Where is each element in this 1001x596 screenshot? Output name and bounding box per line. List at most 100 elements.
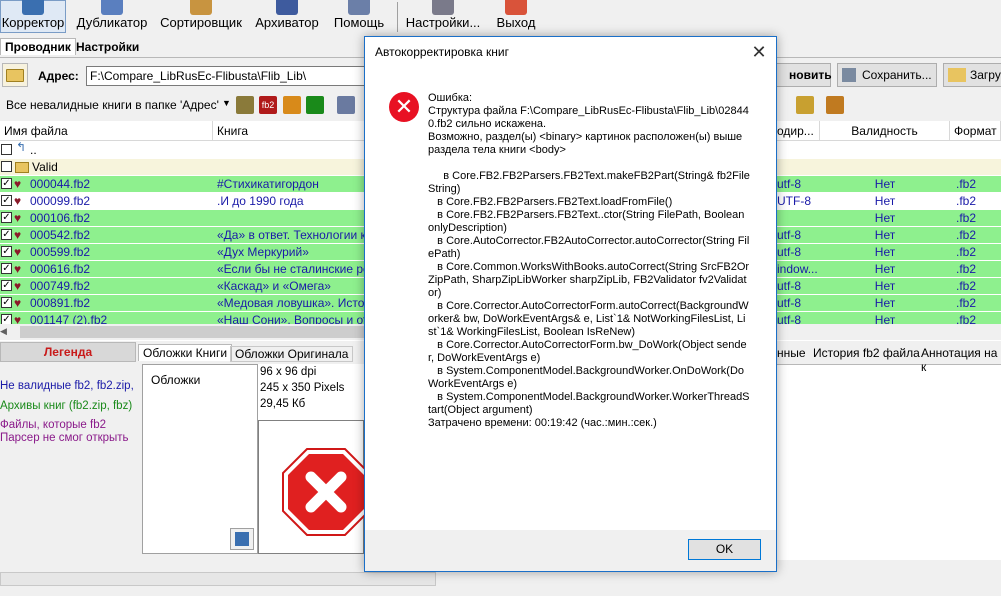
cover-dpi: 96 x 96 dpi: [260, 366, 317, 378]
header-filename[interactable]: Имя файла: [0, 121, 213, 141]
cover-list[interactable]: Обложки: [142, 364, 258, 554]
chevron-down-icon: ▼: [222, 98, 231, 108]
row-checkbox[interactable]: [1, 161, 12, 172]
cover-filesize: 29,45 Кб: [260, 398, 306, 410]
cell-book: «Дух Меркурий»: [217, 245, 309, 259]
save-button[interactable]: Сохранить...: [837, 63, 937, 87]
row-checkbox[interactable]: [1, 144, 12, 155]
cell-format: .fb2: [956, 177, 977, 191]
row-checkbox[interactable]: ✓: [1, 263, 12, 274]
legend-panel: Легенда Не валидные fb2, fb2.zip, Архивы…: [0, 342, 136, 560]
legend-parse-fail-1: Файлы, которые fb2: [0, 419, 107, 431]
book-heart-icon: ♥: [14, 262, 22, 276]
duplicator-button[interactable]: Дубликатор: [74, 0, 150, 33]
address-input[interactable]: [86, 66, 376, 86]
scroll-thumb[interactable]: [20, 326, 370, 338]
tab-book-covers[interactable]: Обложки Книги: [138, 344, 233, 361]
tab-data[interactable]: нные: [777, 346, 806, 360]
sorter-button[interactable]: Сортировщик: [158, 0, 244, 33]
cover-image: [258, 420, 370, 554]
book-heart-icon: ♥: [14, 228, 22, 242]
details-panel: нные История fb2 файла Аннотация на к: [777, 342, 1001, 560]
tab-explorer[interactable]: Проводник: [0, 38, 76, 55]
help-button[interactable]: Помощь: [330, 0, 388, 33]
validate-icon[interactable]: [283, 96, 301, 114]
row-checkbox[interactable]: ✓: [1, 246, 12, 257]
cell-filename: 000542.fb2: [30, 228, 91, 242]
tag-icon[interactable]: [236, 96, 254, 114]
tools-icon[interactable]: [826, 96, 844, 114]
row-checkbox[interactable]: ✓: [1, 280, 12, 291]
filter-dropdown[interactable]: Все невалидные книги в папке 'Адрес' ▼: [2, 96, 231, 114]
fb2-icon[interactable]: fb2: [259, 96, 277, 114]
book-heart-icon: ♥: [14, 245, 22, 259]
settings-icon: [432, 0, 454, 15]
export-icon[interactable]: [337, 96, 355, 114]
cell-book: #Стихикатигордон: [217, 177, 319, 191]
cell-filename: 000599.fb2: [30, 245, 91, 259]
progress-bar: [0, 572, 436, 586]
load-button[interactable]: Загру: [943, 63, 1001, 87]
up-folder-icon: ↰: [16, 140, 27, 154]
tab-settings[interactable]: Настройки: [72, 39, 143, 55]
cell-filename: 000616.fb2: [30, 262, 91, 276]
book-heart-icon: ♥: [14, 279, 22, 293]
details-tab-strip: нные История fb2 файла Аннотация на к: [777, 342, 1001, 374]
tab-original-covers[interactable]: Обложки Оригинала: [230, 346, 354, 362]
duplicator-icon: [101, 0, 123, 15]
cell-validity: Нет: [874, 211, 896, 225]
refresh-button[interactable]: новить: [776, 63, 832, 87]
cell-validity: Нет: [874, 177, 896, 191]
cover-list-header: Обложки: [151, 373, 201, 387]
load-folder-icon: [948, 68, 966, 82]
cell-book: «Если бы не сталинские репр: [217, 262, 367, 276]
exit-button[interactable]: Выход: [490, 0, 542, 33]
cover-panel: Обложки Книги Обложки Оригинала Обложки …: [138, 342, 370, 560]
gift-icon[interactable]: [796, 96, 814, 114]
book-heart-icon: ♥: [14, 177, 22, 191]
corrector-button[interactable]: Корректор: [0, 0, 66, 33]
book-heart-icon: ♥: [14, 296, 22, 310]
dialog-body: ✕ Ошибка: Структура файла F:\Compare_Lib…: [365, 67, 776, 530]
scroll-left-icon[interactable]: ◀: [0, 326, 20, 338]
folder-icon: [15, 162, 29, 173]
cell-validity: Нет: [874, 262, 896, 276]
cell-filename: 000044.fb2: [30, 177, 91, 191]
cell-validity: Нет: [874, 194, 896, 208]
row-checkbox[interactable]: ✓: [1, 297, 12, 308]
folder-icon: [6, 69, 24, 82]
cell-format: .fb2: [956, 194, 977, 208]
dialog-titlebar: Автокорректировка книг ✕: [365, 37, 776, 67]
header-validity[interactable]: Валидность: [820, 121, 950, 141]
cell-format: .fb2: [956, 296, 977, 310]
ok-button[interactable]: OK: [688, 539, 761, 560]
header-encoding[interactable]: одир...: [773, 121, 820, 141]
toolbar-separator: [397, 2, 398, 32]
row-checkbox[interactable]: ✓: [1, 212, 12, 223]
cell-format: .fb2: [956, 245, 977, 259]
cell-format: .fb2: [956, 228, 977, 242]
row-checkbox[interactable]: ✓: [1, 195, 12, 206]
tab-annotation[interactable]: Аннотация на к: [921, 346, 1001, 374]
header-format[interactable]: Формат: [950, 121, 1001, 141]
book-heart-icon: ♥: [14, 194, 22, 208]
row-checkbox[interactable]: ✓: [1, 178, 12, 189]
dialog-footer: OK: [365, 530, 776, 571]
save-cover-button[interactable]: [230, 528, 254, 550]
cell-format: .fb2: [956, 262, 977, 276]
autocorrect-dialog: Автокорректировка книг ✕ ✕ Ошибка: Струк…: [364, 36, 777, 572]
dialog-message: Ошибка: Структура файла F:\Compare_LibRu…: [428, 92, 750, 429]
tab-fb2-history[interactable]: История fb2 файла: [813, 346, 920, 360]
book-icon[interactable]: [306, 96, 324, 114]
book-heart-icon: ♥: [14, 211, 22, 225]
close-icon[interactable]: ✕: [748, 41, 770, 63]
cell-filename: 000099.fb2: [30, 194, 91, 208]
open-folder-button[interactable]: [2, 63, 28, 87]
settings-button[interactable]: Настройки...: [404, 0, 482, 33]
cell-filename: 000106.fb2: [30, 211, 91, 225]
row-checkbox[interactable]: ✓: [1, 229, 12, 240]
archiver-button[interactable]: Архиватор: [252, 0, 322, 33]
legend-parse-fail-2: Парсер не смог открыть: [0, 432, 129, 444]
cell-encoding: utf-8: [777, 228, 802, 242]
cell-book: .И до 1990 года: [217, 194, 304, 208]
